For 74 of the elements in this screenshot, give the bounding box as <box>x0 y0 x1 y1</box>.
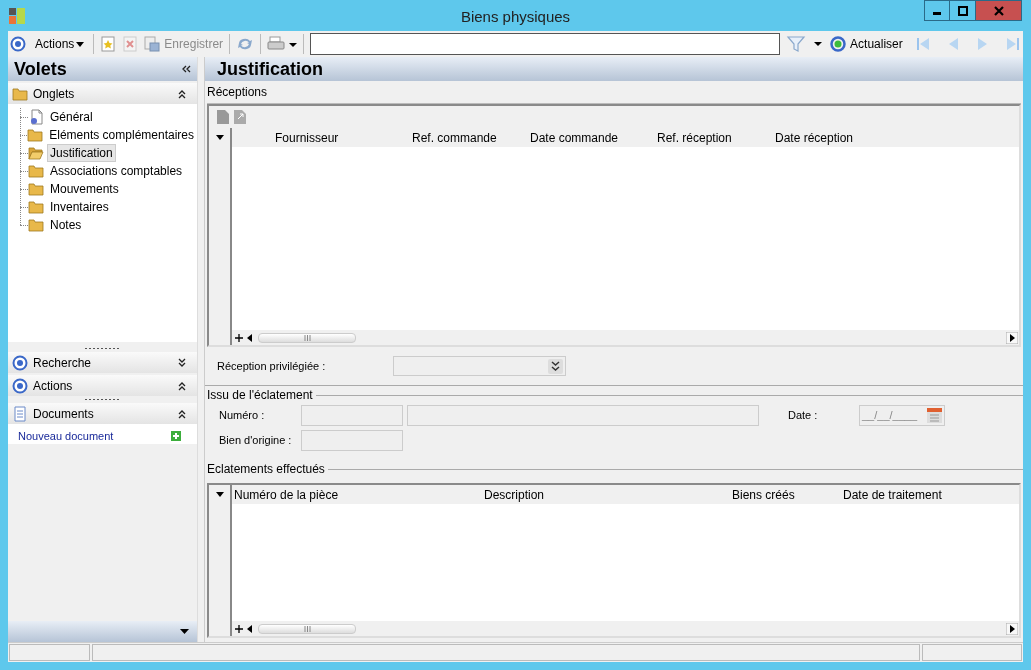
minimize-button[interactable] <box>924 0 950 21</box>
column-header[interactable]: Ref. réception <box>647 128 765 147</box>
field-label: Bien d'origine : <box>219 433 293 449</box>
column-header[interactable]: Fournisseur <box>232 128 402 147</box>
scrollbar-thumb[interactable] <box>258 623 356 634</box>
app-icon <box>8 6 26 25</box>
folder-icon <box>28 181 44 197</box>
page-title: Justification <box>217 57 323 81</box>
folder-icon <box>28 217 44 233</box>
column-header[interactable]: Biens créés <box>730 485 841 504</box>
tree-item[interactable]: Général <box>47 108 96 126</box>
field-label: Réception privilégiée : <box>217 358 327 374</box>
target-icon[interactable] <box>10 36 26 52</box>
folder-icon <box>28 199 44 215</box>
actions-menu[interactable]: Actions <box>32 35 88 53</box>
caret-icon[interactable] <box>215 135 224 140</box>
scroll-left-icon[interactable] <box>246 623 254 634</box>
printer-icon[interactable] <box>267 36 298 52</box>
refresh-button[interactable]: Actualiser <box>830 35 903 53</box>
caret-icon[interactable] <box>180 629 189 634</box>
group-label: Issu de l'éclatement <box>207 387 313 404</box>
target-icon <box>12 377 28 394</box>
refresh-icon[interactable] <box>830 36 847 52</box>
caret-icon[interactable] <box>76 41 85 47</box>
window-title: Biens physiques <box>459 7 572 27</box>
splitter-grip-icon[interactable] <box>84 347 121 350</box>
tree-item[interactable]: Eléments complémentaires <box>46 126 197 144</box>
document-icon <box>28 109 44 125</box>
sidebar-title: Volets <box>14 57 67 81</box>
tree-item[interactable]: Justification <box>47 144 116 162</box>
collapse-icon[interactable] <box>181 64 191 74</box>
column-header[interactable]: Date commande <box>520 128 647 147</box>
maximize-icon[interactable] <box>957 5 968 16</box>
section-header[interactable]: Documents <box>8 403 197 424</box>
group-label: Eclatements effectués <box>207 461 325 478</box>
search-field[interactable] <box>310 33 781 55</box>
origin-field[interactable] <box>301 430 403 451</box>
caret-icon[interactable] <box>215 492 224 497</box>
field-label: Numéro : <box>219 408 266 424</box>
add-icon[interactable] <box>234 623 244 634</box>
scroll-left-icon[interactable] <box>246 332 254 343</box>
filter-icon[interactable] <box>786 35 825 53</box>
column-header[interactable]: Description <box>482 485 730 504</box>
section-header[interactable]: Actions <box>8 375 197 396</box>
folder-icon <box>28 163 44 179</box>
description-field[interactable] <box>407 405 759 426</box>
folder-icon <box>28 145 44 161</box>
section-header[interactable]: Recherche <box>8 352 197 373</box>
section-header[interactable]: Onglets <box>8 83 197 104</box>
number-field[interactable] <box>301 405 403 426</box>
tree-item[interactable]: Inventaires <box>47 198 112 216</box>
document-icon <box>12 405 28 422</box>
scrollbar-thumb[interactable] <box>258 332 356 343</box>
folder-icon <box>27 127 44 143</box>
scroll-right-icon[interactable] <box>1006 331 1018 344</box>
section-label: Réceptions <box>207 84 268 101</box>
double-chevron-icon[interactable] <box>548 358 563 374</box>
close-button[interactable] <box>976 0 1022 21</box>
folder-icon <box>12 85 28 102</box>
scroll-right-icon[interactable] <box>1006 622 1018 635</box>
tree-item[interactable]: Mouvements <box>47 180 122 198</box>
target-icon <box>12 354 28 371</box>
close-icon[interactable] <box>993 5 1004 16</box>
calendar-icon[interactable] <box>927 408 942 423</box>
expand-icon[interactable] <box>177 356 187 369</box>
column-header[interactable]: Ref. commande <box>402 128 520 147</box>
tree-item[interactable]: Associations comptables <box>47 162 186 180</box>
column-header[interactable]: Date de traitement <box>841 485 991 504</box>
add-icon[interactable] <box>234 332 244 343</box>
splitter-grip-icon[interactable] <box>84 398 121 401</box>
tree-item[interactable]: Notes <box>47 216 85 234</box>
column-header[interactable]: Date réception <box>765 128 915 147</box>
field-label: Date : <box>788 408 819 424</box>
column-header[interactable]: Numéro de la pièce <box>232 485 482 504</box>
